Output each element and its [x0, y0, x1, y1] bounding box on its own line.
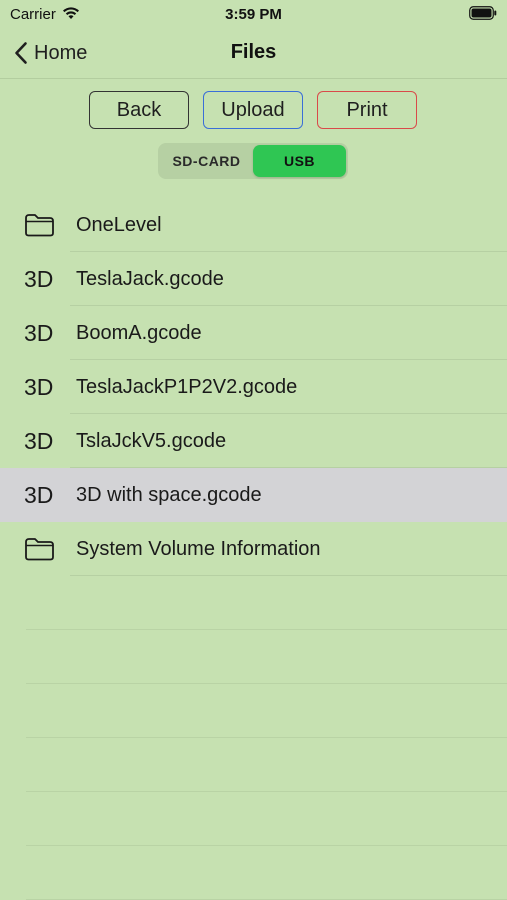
status-bar: Carrier 3:59 PM	[0, 0, 507, 28]
file-list: OneLevel 3D TeslaJack.gcode 3D BoomA.gco…	[0, 198, 507, 576]
status-time: 3:59 PM	[225, 6, 282, 23]
empty-list-area	[0, 576, 507, 900]
page-title: Files	[230, 41, 277, 63]
file-row-highlighted[interactable]: 3D 3D with space.gcode	[0, 468, 507, 522]
file-row[interactable]: 3D TslaJckV5.gcode	[0, 414, 507, 468]
battery-icon	[469, 6, 497, 20]
file-row[interactable]: System Volume Information	[0, 522, 507, 576]
3d-icon: 3D	[24, 481, 54, 508]
3d-icon: 3D	[24, 319, 54, 346]
file-row[interactable]: OneLevel	[0, 198, 507, 252]
file-name: TslaJckV5.gcode	[76, 430, 227, 452]
folder-icon	[25, 214, 54, 237]
file-name: BoomA.gcode	[76, 322, 202, 344]
storage-segmented-control: SD-CARD USB	[158, 143, 348, 179]
upload-button[interactable]: Upload	[203, 91, 303, 129]
file-name: System Volume Information	[76, 538, 321, 560]
file-name: 3D with space.gcode	[76, 484, 262, 506]
file-row[interactable]: 3D TeslaJack.gcode	[0, 252, 507, 306]
file-row[interactable]: 3D BoomA.gcode	[0, 306, 507, 360]
action-toolbar: Back Upload Print	[0, 91, 507, 133]
3d-icon: 3D	[24, 373, 54, 400]
segment-sd-card[interactable]: SD-CARD	[160, 145, 253, 177]
3d-icon: 3D	[24, 265, 54, 292]
back-button[interactable]: Back	[89, 91, 189, 129]
3d-icon: 3D	[24, 427, 54, 454]
file-name: TeslaJackP1P2V2.gcode	[76, 376, 298, 398]
file-row[interactable]: 3D TeslaJackP1P2V2.gcode	[0, 360, 507, 414]
segment-usb[interactable]: USB	[253, 145, 346, 177]
folder-icon	[25, 538, 54, 561]
file-name: OneLevel	[76, 214, 162, 236]
print-button[interactable]: Print	[317, 91, 417, 129]
navigation-bar: Home Files	[0, 28, 507, 79]
file-name: TeslaJack.gcode	[76, 268, 224, 290]
